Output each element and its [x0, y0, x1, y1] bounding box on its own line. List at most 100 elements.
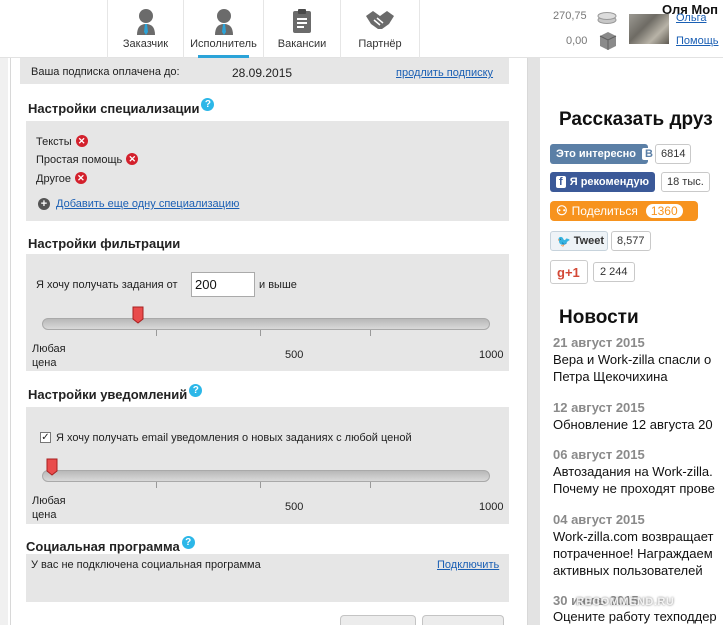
- tab-performer[interactable]: Исполнитель: [183, 0, 263, 58]
- filter-suffix: и выше: [259, 279, 297, 291]
- add-specialization-link[interactable]: Добавить еще одну специализацию: [56, 198, 239, 210]
- help-icon[interactable]: ?: [189, 384, 203, 397]
- balance-bonus: 0,00: [566, 35, 588, 47]
- specialization-item: Другое ✕: [36, 172, 87, 185]
- twitter-icon: 🐦: [557, 235, 571, 248]
- filter-slider-handle[interactable]: [132, 306, 144, 324]
- tab-label: Партнёр: [358, 38, 402, 50]
- button-label: Я рекомендую: [569, 176, 649, 188]
- tab-customer[interactable]: Заказчик: [107, 0, 183, 58]
- news-link[interactable]: Обновление 12 августа 20: [553, 416, 713, 433]
- add-icon[interactable]: +: [38, 198, 50, 210]
- ok-share-button[interactable]: ⚇ Поделиться 1360: [550, 201, 698, 221]
- section-title-text: Настройки специализации: [28, 101, 200, 116]
- bottom-button[interactable]: [340, 615, 416, 625]
- news-link[interactable]: Work-zilla.com возвращает: [553, 528, 713, 545]
- slider-tick: [260, 482, 261, 488]
- slider-max-label: 1000: [479, 501, 504, 513]
- performer-icon: [213, 8, 235, 39]
- news-link[interactable]: Автозадания на Work-zilla.: [553, 463, 713, 480]
- slider-min-label: Любая: [32, 343, 66, 355]
- watermark: RECOMMEND.RU: [576, 596, 675, 608]
- remove-icon[interactable]: ✕: [74, 172, 87, 185]
- filter-box: [26, 254, 509, 371]
- button-label: Tweet: [573, 235, 605, 247]
- news-title: Новости: [559, 307, 639, 328]
- notifications-title: Настройки уведомлений?: [28, 384, 203, 402]
- filter-prefix: Я хочу получать задания от: [36, 279, 178, 291]
- specialization-item-label: Другое: [36, 173, 71, 185]
- customer-icon: [135, 8, 157, 39]
- social-title: Социальная программа?: [26, 536, 195, 554]
- user-avatar[interactable]: [629, 14, 669, 44]
- slider-min-label: цена: [32, 357, 57, 369]
- news-date: 12 август 2015: [553, 400, 645, 415]
- button-label: Поделиться: [571, 204, 638, 218]
- news-link[interactable]: Петра Щекочихина: [553, 368, 668, 385]
- help-link[interactable]: Помощь: [676, 35, 719, 47]
- specialization-item-label: Простая помощь: [36, 154, 123, 166]
- notification-slider-track[interactable]: [42, 470, 490, 482]
- google-plus-button[interactable]: g+1: [550, 260, 588, 284]
- section-title-text: Настройки уведомлений: [28, 387, 188, 402]
- filter-slider-track[interactable]: [42, 318, 490, 330]
- specialization-item: Тексты ✕: [36, 135, 88, 148]
- notifications-box: [26, 407, 509, 524]
- button-label: g+1: [557, 264, 580, 280]
- tab-label: Вакансии: [277, 38, 327, 50]
- help-icon[interactable]: ?: [201, 98, 215, 111]
- remove-icon[interactable]: ✕: [75, 135, 88, 148]
- tab-label: Заказчик: [122, 38, 169, 50]
- email-notification-checkbox[interactable]: ✓: [40, 432, 51, 443]
- facebook-recommend-button[interactable]: f Я рекомендую: [550, 172, 655, 192]
- news-link[interactable]: Вера и Work-zilla спасли о: [553, 351, 711, 368]
- remove-icon[interactable]: ✕: [126, 153, 139, 166]
- odnoklassniki-icon: ⚇: [556, 203, 568, 218]
- news-link[interactable]: потраченное! Награждаем: [553, 545, 713, 562]
- extend-subscription-link[interactable]: продлить подписку: [396, 67, 493, 79]
- google-plus-count: 2 244: [593, 262, 635, 282]
- slider-tick: [370, 330, 371, 336]
- tweet-count: 8,577: [611, 231, 651, 251]
- filter-title: Настройки фильтрации: [28, 236, 181, 251]
- slider-min-label: Любая: [32, 495, 66, 507]
- news-link[interactable]: активных пользователей: [553, 562, 703, 579]
- slider-max-label: 1000: [479, 349, 504, 361]
- slider-tick: [156, 482, 157, 488]
- handshake-icon: [365, 8, 395, 35]
- share-count: 1360: [645, 204, 683, 218]
- facebook-icon: f: [556, 176, 566, 188]
- tab-partner[interactable]: Партнёр: [340, 0, 420, 58]
- share-title: Рассказать друз: [559, 109, 713, 130]
- specialization-item-label: Тексты: [36, 136, 72, 148]
- clipboard-icon: [291, 8, 313, 37]
- vk-icon: B: [641, 148, 656, 160]
- vk-count: 6814: [655, 144, 692, 164]
- left-scrollbar[interactable]: [0, 58, 8, 625]
- news-link[interactable]: Почему не проходят прове: [553, 480, 715, 497]
- news-date: 21 август 2015: [553, 335, 645, 350]
- slider-tick: [260, 330, 261, 336]
- top-link[interactable]: Ольга: [676, 12, 706, 24]
- slider-mid-label: 500: [285, 349, 304, 361]
- vk-share-button[interactable]: Это интересно B: [550, 144, 656, 164]
- tab-vacancies[interactable]: Вакансии: [263, 0, 340, 58]
- notification-slider-handle[interactable]: [46, 458, 58, 476]
- slider-tick: [370, 482, 371, 488]
- tweet-button[interactable]: 🐦 Tweet: [550, 231, 608, 251]
- help-icon[interactable]: ?: [181, 536, 195, 549]
- specialization-title: Настройки специализации?: [28, 98, 215, 116]
- balance-main: 270,75: [553, 10, 587, 22]
- coins-icon: [596, 10, 618, 29]
- box-icon: [598, 31, 618, 56]
- bottom-button[interactable]: [422, 615, 504, 625]
- specialization-item: Простая помощь ✕: [36, 153, 139, 166]
- connect-social-link[interactable]: Подключить: [437, 559, 499, 571]
- slider-min-label: цена: [32, 509, 57, 521]
- subscription-date: 28.09.2015: [232, 66, 293, 80]
- slider-tick: [156, 330, 157, 336]
- column-divider: [528, 58, 540, 625]
- news-link[interactable]: Оцените работу техподдер: [553, 608, 717, 625]
- min-price-input[interactable]: [191, 272, 255, 297]
- social-status: У вас не подключена социальная программа: [31, 559, 261, 571]
